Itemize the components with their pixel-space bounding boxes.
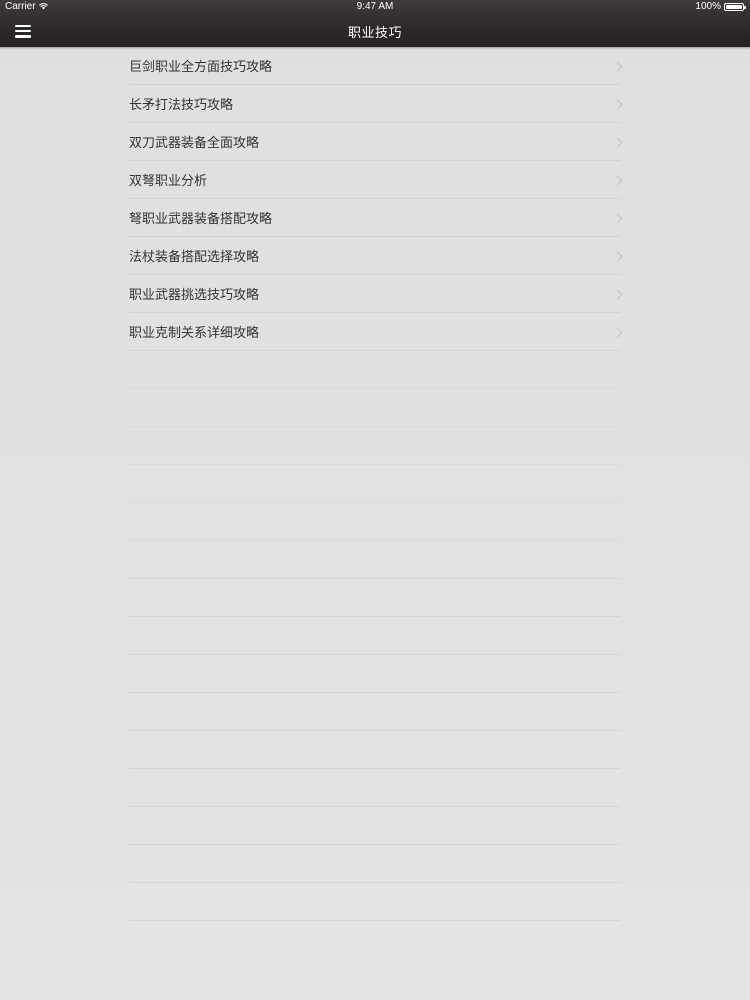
empty-row — [129, 541, 621, 579]
empty-row — [129, 883, 621, 921]
battery-percent: 100% — [695, 1, 721, 12]
empty-row — [129, 503, 621, 541]
list-item[interactable]: 双刀武器装备全面攻略 — [129, 123, 623, 161]
status-bar: Carrier 9:47 AM 100% — [0, 0, 750, 14]
list-item-label: 长矛打法技巧攻略 — [129, 98, 234, 113]
list-item-label: 职业克制关系详细攻略 — [129, 326, 260, 341]
list-item-label: 弩职业武器装备搭配攻略 — [129, 212, 273, 227]
list-item[interactable]: 职业武器挑选技巧攻略 — [129, 275, 623, 313]
list-item-label: 法杖装备搭配选择攻略 — [129, 250, 260, 265]
empty-row — [129, 731, 621, 769]
chevron-right-icon — [612, 175, 623, 185]
chevron-right-icon — [612, 61, 623, 71]
empty-row — [129, 655, 621, 693]
empty-row — [129, 389, 621, 427]
list-item[interactable]: 巨剑职业全方面技巧攻略 — [129, 47, 623, 85]
chevron-right-icon — [612, 327, 623, 337]
chevron-right-icon — [612, 137, 623, 147]
status-battery: 100% — [695, 1, 746, 12]
empty-list-rows — [129, 351, 621, 921]
list-item-label: 巨剑职业全方面技巧攻略 — [129, 60, 273, 75]
nav-bar: 职业技巧 — [0, 14, 750, 47]
chevron-right-icon — [612, 213, 623, 223]
list-item[interactable]: 法杖装备搭配选择攻略 — [129, 237, 623, 275]
chevron-right-icon — [612, 99, 623, 109]
list-item-label: 双弩职业分析 — [129, 174, 208, 189]
battery-icon — [724, 2, 746, 11]
empty-row — [129, 579, 621, 617]
empty-row — [129, 693, 621, 731]
list-item-label: 双刀武器装备全面攻略 — [129, 136, 260, 151]
empty-row — [129, 845, 621, 883]
guide-list: 巨剑职业全方面技巧攻略 长矛打法技巧攻略 双刀武器装备全面攻略 双弩职业分析 弩… — [129, 47, 623, 351]
app-screen: Carrier 9:47 AM 100% 职业技巧 巨剑职业全方面技巧攻略 长矛… — [0, 0, 750, 1000]
chevron-right-icon — [612, 251, 623, 261]
list-item[interactable]: 弩职业武器装备搭配攻略 — [129, 199, 623, 237]
list-item[interactable]: 长矛打法技巧攻略 — [129, 85, 623, 123]
status-time: 9:47 AM — [356, 1, 394, 12]
header: Carrier 9:47 AM 100% 职业技巧 — [0, 0, 750, 47]
empty-row — [129, 617, 621, 655]
empty-row — [129, 427, 621, 465]
list-item[interactable]: 职业克制关系详细攻略 — [129, 313, 623, 351]
list-item[interactable]: 双弩职业分析 — [129, 161, 623, 199]
chevron-right-icon — [612, 289, 623, 299]
page-title: 职业技巧 — [347, 26, 402, 41]
empty-row — [129, 465, 621, 503]
empty-row — [129, 807, 621, 845]
list-item-label: 职业武器挑选技巧攻略 — [129, 288, 260, 303]
empty-row — [129, 351, 621, 389]
empty-row — [129, 769, 621, 807]
